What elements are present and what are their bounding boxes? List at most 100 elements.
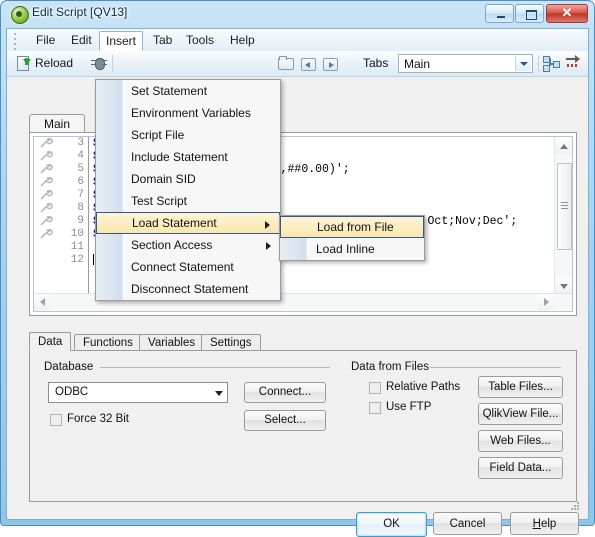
- use-ftp-label: Use FTP: [386, 401, 432, 413]
- menu-item-label: Set Statement: [131, 84, 208, 98]
- qlikview-file-label: QlikView File...: [482, 408, 559, 420]
- line-number: 3: [77, 137, 84, 149]
- chevron-down-icon[interactable]: [215, 391, 223, 396]
- menu-file[interactable]: File: [29, 31, 62, 49]
- close-button[interactable]: ✕: [546, 4, 588, 23]
- menu-item-connect-statement[interactable]: Connect Statement: [96, 256, 280, 278]
- lower-tab-group: Data Functions Variables Settings Databa…: [29, 332, 577, 502]
- submenu-arrow-icon: [265, 221, 270, 229]
- cancel-button[interactable]: Cancel: [433, 512, 502, 535]
- back-arrow-icon[interactable]: [299, 55, 316, 72]
- menu-item-load-statement[interactable]: Load Statement: [96, 212, 280, 234]
- menu-item-label: Load Statement: [132, 216, 217, 230]
- checkbox-box[interactable]: [369, 382, 381, 394]
- line-number: 4: [77, 150, 84, 162]
- insert-dropdown-menu[interactable]: Set Statement Environment Variables Scri…: [95, 79, 281, 301]
- line-number: 10: [70, 228, 84, 240]
- minimize-icon: [497, 16, 505, 18]
- vertical-scroll-thumb[interactable]: [557, 163, 572, 250]
- chevron-down-icon: [560, 284, 568, 289]
- menu-item-domain-sid[interactable]: Domain SID: [96, 168, 280, 190]
- wrench-icon: [40, 190, 53, 201]
- scroll-right-button[interactable]: [538, 294, 555, 310]
- files-group-rule: [430, 367, 561, 368]
- wrench-icon: [40, 203, 53, 214]
- menu-bar: File Edit Insert Tab Tools Help: [7, 29, 588, 52]
- new-folder-icon[interactable]: [277, 55, 294, 72]
- line-number: 7: [77, 189, 84, 201]
- editor-line-numbers: 3 4 5 6 7 8 9 10 11 12: [62, 137, 89, 294]
- tab-functions[interactable]: Functions: [74, 334, 142, 351]
- chevron-up-icon: [560, 144, 568, 149]
- promote-tab-icon[interactable]: [543, 55, 561, 72]
- line-number: 11: [70, 241, 84, 253]
- database-combo[interactable]: ODBC: [48, 382, 228, 403]
- scroll-down-button[interactable]: [555, 277, 572, 294]
- goto-error-icon[interactable]: [565, 55, 583, 72]
- menu-insert[interactable]: Insert: [99, 31, 144, 51]
- menu-grip-icon[interactable]: [13, 33, 17, 50]
- select-button-label: Select...: [264, 414, 306, 426]
- maximize-button[interactable]: [515, 4, 544, 23]
- script-tab-main[interactable]: Main: [29, 114, 86, 133]
- tab-data[interactable]: Data: [29, 332, 72, 351]
- menu-help[interactable]: Help: [223, 31, 262, 49]
- checkbox-box[interactable]: [369, 402, 381, 414]
- web-files-button[interactable]: Web Files...: [478, 430, 563, 452]
- submenu-item-label: Load from File: [317, 220, 394, 234]
- load-statement-submenu[interactable]: Load from File Load Inline: [279, 215, 425, 261]
- menu-item-script-file[interactable]: Script File: [96, 124, 280, 146]
- menu-item-section-access[interactable]: Section Access: [96, 234, 280, 256]
- menu-item-include-statement[interactable]: Include Statement: [96, 146, 280, 168]
- submenu-item-load-inline[interactable]: Load Inline: [280, 238, 424, 260]
- table-files-button[interactable]: Table Files...: [478, 376, 563, 398]
- connect-button[interactable]: Connect...: [244, 382, 326, 403]
- menu-tools[interactable]: Tools: [179, 31, 221, 49]
- resize-grip-icon[interactable]: [570, 502, 580, 512]
- menu-item-label: Connect Statement: [131, 260, 234, 274]
- submenu-arrow-icon: [266, 242, 271, 250]
- wrench-icon: [40, 216, 53, 227]
- chevron-down-icon[interactable]: [515, 56, 531, 71]
- qlikview-file-button[interactable]: QlikView File...: [478, 403, 563, 425]
- reload-button[interactable]: Reload: [15, 54, 77, 73]
- field-data-label: Field Data...: [489, 462, 552, 474]
- help-button[interactable]: Help: [510, 512, 579, 535]
- wrench-icon: [40, 177, 53, 188]
- line-number: 12: [70, 254, 84, 266]
- menu-item-label: Domain SID: [131, 172, 196, 186]
- menu-item-set-statement[interactable]: Set Statement: [96, 80, 280, 102]
- menu-edit[interactable]: Edit: [64, 31, 99, 49]
- menu-item-label: Environment Variables: [131, 106, 251, 120]
- menu-item-environment-variables[interactable]: Environment Variables: [96, 102, 280, 124]
- select-button[interactable]: Select...: [244, 410, 326, 431]
- chevron-left-icon: [40, 298, 45, 306]
- menu-item-disconnect-statement[interactable]: Disconnect Statement: [96, 278, 280, 300]
- scroll-left-button[interactable]: [34, 294, 51, 310]
- tabs-combo[interactable]: Main: [398, 54, 533, 73]
- menu-tab[interactable]: Tab: [146, 31, 179, 49]
- reload-label: Reload: [35, 56, 74, 70]
- qlikview-icon: [11, 6, 29, 24]
- submenu-item-label: Load Inline: [316, 242, 375, 256]
- editor-vertical-scrollbar[interactable]: [554, 137, 572, 294]
- ok-button-label: OK: [383, 518, 400, 530]
- menu-item-label: Include Statement: [131, 150, 228, 164]
- field-data-button[interactable]: Field Data...: [478, 457, 563, 479]
- line-number: 8: [77, 202, 84, 214]
- ok-button[interactable]: OK: [356, 512, 427, 537]
- checkbox-box[interactable]: [50, 414, 62, 426]
- debug-bug-icon[interactable]: [91, 55, 107, 71]
- submenu-item-load-from-file[interactable]: Load from File: [280, 216, 424, 238]
- tab-settings[interactable]: Settings: [201, 334, 261, 351]
- wrench-icon: [40, 151, 53, 162]
- scroll-up-button[interactable]: [555, 137, 572, 154]
- wrench-icon: [40, 164, 53, 175]
- menu-item-test-script[interactable]: Test Script: [96, 190, 280, 212]
- menu-item-label: Section Access: [131, 238, 213, 252]
- window-client-area: File Edit Insert Tab Tools Help Reload T…: [6, 28, 589, 537]
- minimize-button[interactable]: [485, 4, 514, 23]
- forward-arrow-icon[interactable]: [321, 55, 338, 72]
- tab-variables[interactable]: Variables: [139, 334, 205, 351]
- editor-bookmark-gutter[interactable]: [34, 137, 62, 294]
